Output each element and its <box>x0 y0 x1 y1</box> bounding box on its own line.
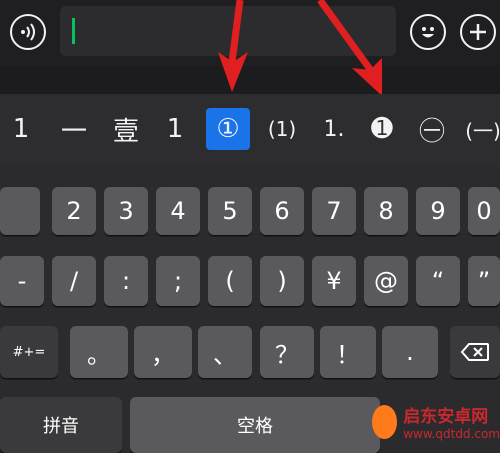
key-full-stop[interactable]: 。 <box>70 326 128 378</box>
key-at[interactable]: @ <box>364 256 408 306</box>
candidate-item[interactable]: (1) <box>262 108 302 150</box>
watermark-logo-icon <box>372 404 398 439</box>
candidate-item[interactable]: ➊ <box>364 108 400 150</box>
key-9[interactable]: 9 <box>416 187 460 235</box>
key-slash[interactable]: / <box>52 256 96 306</box>
key-4[interactable]: 4 <box>156 187 200 235</box>
key-semicolon[interactable]: ; <box>156 256 200 306</box>
key-exclamation[interactable]: ！ <box>320 326 376 378</box>
key-2[interactable]: 2 <box>52 187 96 235</box>
key-8[interactable]: 8 <box>364 187 408 235</box>
key-question[interactable]: ？ <box>260 326 314 378</box>
red-arrow-icon <box>218 0 382 96</box>
watermark: 启东安卓网 www.qdtdd.com <box>364 390 500 453</box>
key-close-paren[interactable]: ) <box>260 256 304 306</box>
key-enumeration-comma[interactable]: 、 <box>198 326 252 378</box>
key-yen[interactable]: ¥ <box>312 256 356 306</box>
key-period[interactable]: . <box>382 326 438 378</box>
key-3[interactable]: 3 <box>104 187 148 235</box>
key-6[interactable]: 6 <box>260 187 304 235</box>
backspace-icon <box>460 343 489 361</box>
key-0[interactable]: 0 <box>468 187 500 235</box>
key-comma[interactable]: ， <box>134 326 192 378</box>
symbols-toggle-key[interactable]: #+= <box>0 326 58 378</box>
key-hyphen[interactable]: - <box>0 256 44 306</box>
key-colon[interactable]: : <box>104 256 148 306</box>
candidate-bar: 1 一 壹 1 ① (1) 1. ➊ ㊀ (一) <box>0 94 500 166</box>
watermark-url: www.qdtdd.com <box>403 427 500 441</box>
space-key[interactable]: 空格 <box>130 397 380 453</box>
backspace-key[interactable] <box>450 326 500 378</box>
key-open-paren[interactable]: ( <box>208 256 252 306</box>
key-7[interactable]: 7 <box>312 187 356 235</box>
watermark-title: 启东安卓网 <box>403 407 489 427</box>
key[interactable] <box>0 187 40 235</box>
key-right-quote[interactable]: ” <box>468 256 500 306</box>
key-5[interactable]: 5 <box>208 187 252 235</box>
candidate-item[interactable]: 1. <box>316 108 352 150</box>
candidate-item[interactable]: 1 <box>6 108 36 150</box>
pinyin-key[interactable]: 拼音 <box>0 397 122 453</box>
candidate-item[interactable]: 壹 <box>106 108 146 150</box>
candidate-item[interactable]: 一 <box>56 108 92 150</box>
candidate-item-selected[interactable]: ① <box>206 108 250 150</box>
key-left-quote[interactable]: “ <box>416 256 460 306</box>
candidate-item[interactable]: ㊀ <box>414 108 450 150</box>
candidate-item[interactable]: 1 <box>160 108 190 150</box>
candidate-item[interactable]: (一) <box>465 108 500 150</box>
